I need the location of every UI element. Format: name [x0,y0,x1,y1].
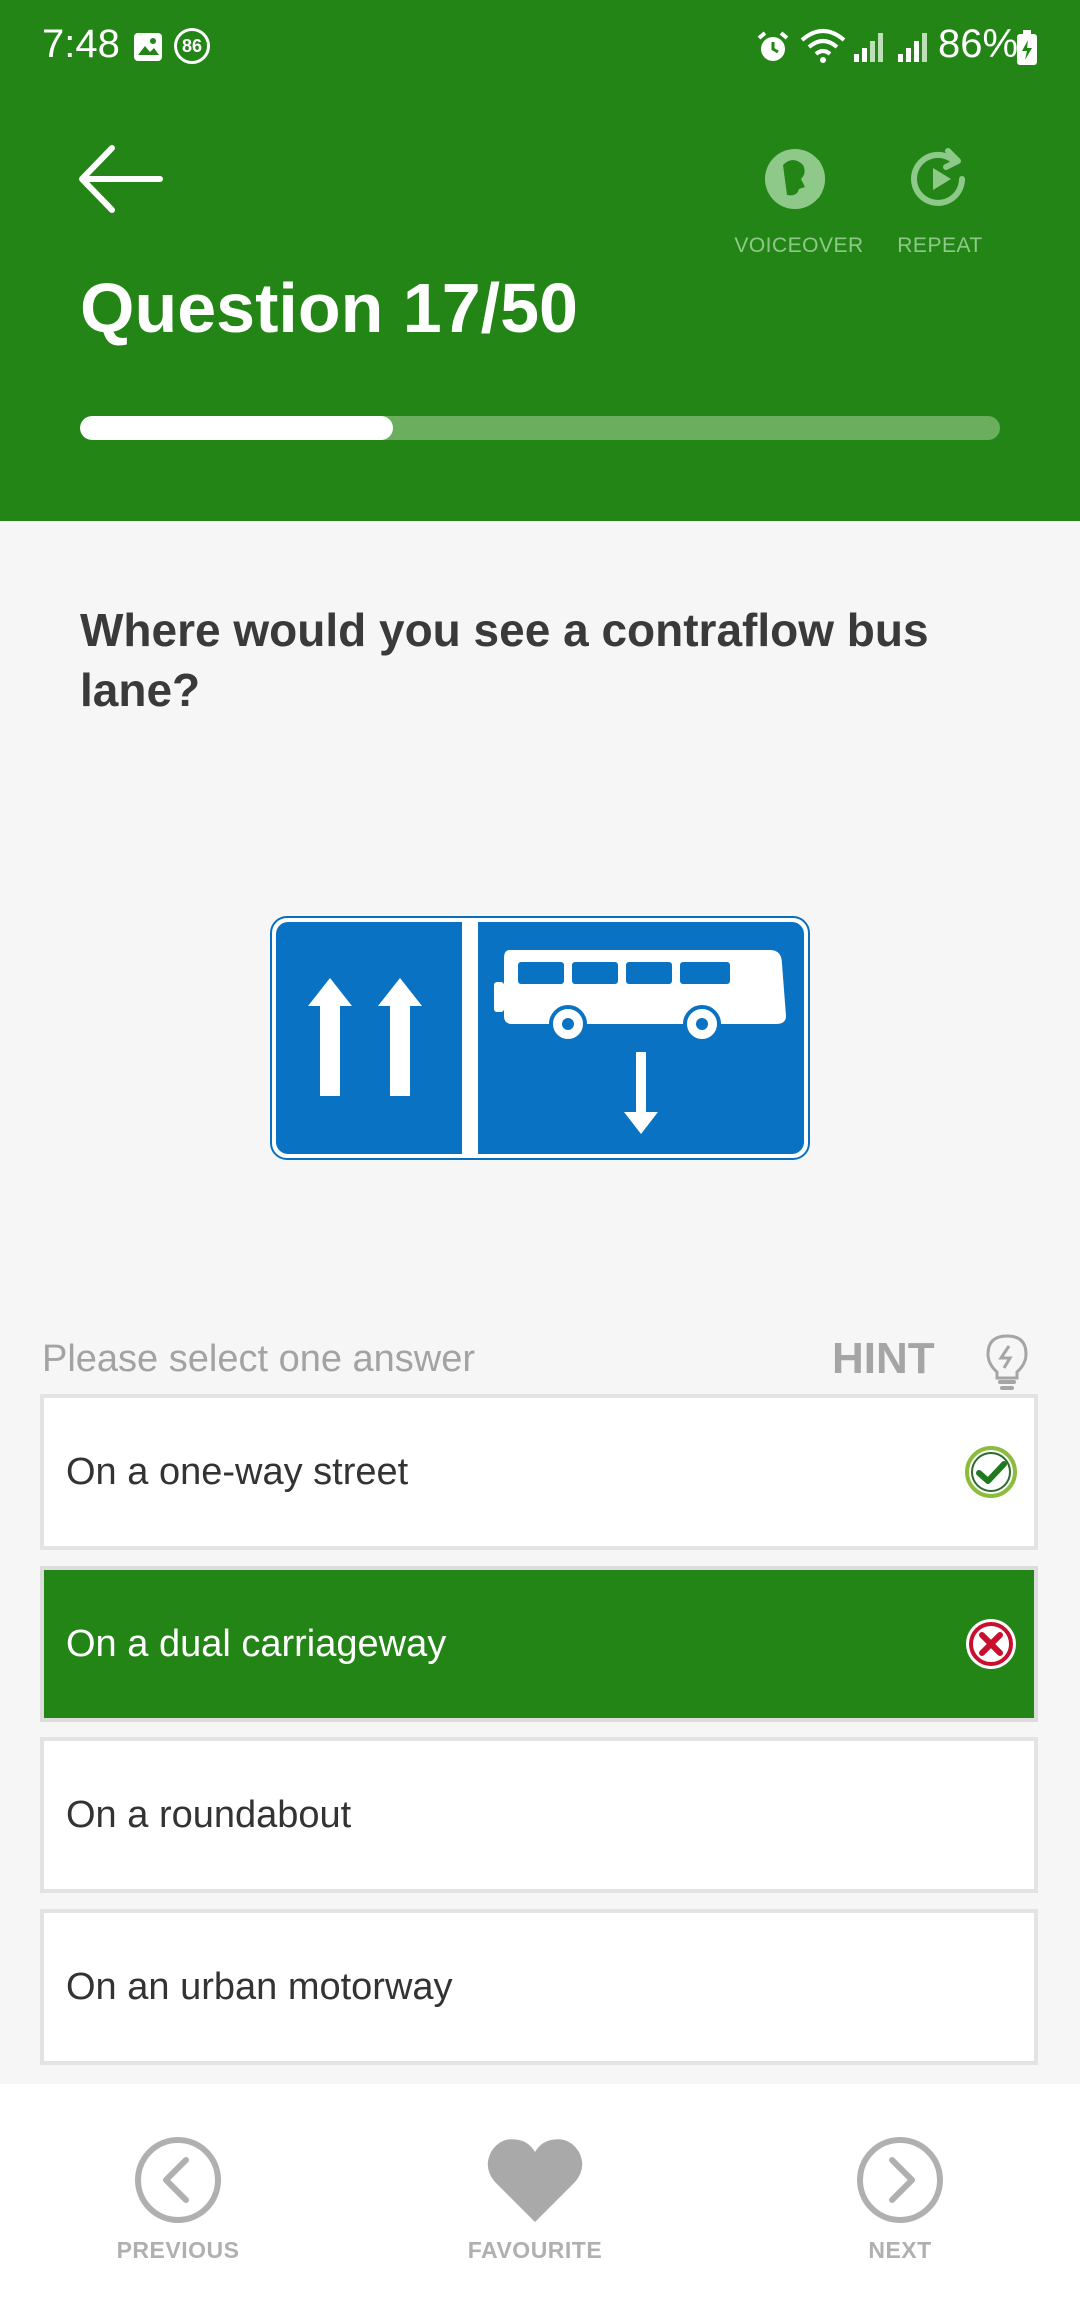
favourite-button[interactable]: FAVOURITE [460,2136,610,2264]
signal-icon-2 [896,30,930,74]
repeat-button[interactable]: REPEAT [888,145,992,258]
chevron-left-circle-icon [135,2137,221,2223]
chevron-right-circle-icon [857,2137,943,2223]
voiceover-button[interactable]: VOICEOVER [734,145,864,258]
battery-percent: 86% [938,22,1019,66]
repeat-label: REPEAT [897,234,983,257]
voiceover-label: VOICEOVER [734,234,864,257]
question-text: Where would you see a contraflow bus lan… [80,604,929,716]
page-title: Question 17/50 [80,269,578,347]
alarm-icon [756,30,790,74]
select-instruction: Please select one answer [42,1338,476,1380]
notification-badge: 86 [174,28,210,64]
status-time: 7:48 [42,22,120,66]
bottom-nav: PREVIOUS FAVOURITE NEXT [0,2084,1080,2316]
answer-option-2[interactable]: On a dual carriageway [40,1566,1038,1722]
replay-icon [911,148,965,206]
status-bar: 7:48 86 86% [0,0,1080,96]
contraflow-bus-lane-sign [270,916,810,1160]
answer-option-3[interactable]: On a roundabout [40,1737,1038,1893]
check-circle-icon [964,1445,1018,1499]
favourite-label: FAVOURITE [467,2237,603,2263]
back-button[interactable] [78,144,164,214]
wrong-circle-icon [964,1617,1018,1671]
answer-label: On a dual carriageway [66,1622,447,1665]
progress-bar [80,416,1000,440]
answer-label: On a roundabout [66,1793,352,1836]
wifi-icon [800,28,846,74]
arrow-left-icon [79,145,163,213]
lightbulb-icon[interactable] [982,1332,1032,1397]
header: 7:48 86 86% VOICEOVER REPEAT Question 17… [0,0,1080,521]
hint-button[interactable]: HINT [832,1334,935,1384]
answer-label: On a one-way street [66,1450,409,1493]
answer-label: On an urban motorway [66,1965,453,2008]
voiceover-icon [765,149,825,209]
heart-icon [487,2139,583,2222]
answer-option-4[interactable]: On an urban motorway [40,1909,1038,2065]
progress-fill [80,416,393,440]
next-button[interactable]: NEXT [830,2136,970,2264]
battery-icon [1016,30,1038,76]
previous-button[interactable]: PREVIOUS [108,2136,248,2264]
next-label: NEXT [868,2237,932,2263]
gallery-icon [132,30,164,73]
answer-option-1[interactable]: On a one-way street [40,1394,1038,1550]
answers-header: Please select one answer HINT [42,1334,1038,1390]
signal-icon [852,30,886,74]
previous-label: PREVIOUS [116,2237,240,2263]
